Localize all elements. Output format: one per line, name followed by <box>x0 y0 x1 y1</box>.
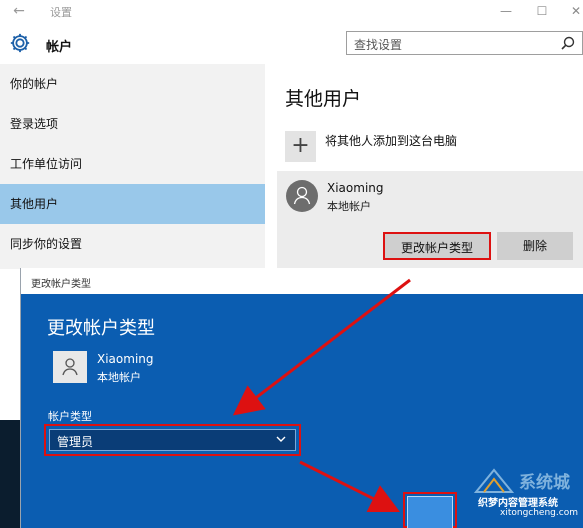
settings-header: 帐户 查找设置 <box>0 24 583 64</box>
avatar <box>286 180 318 212</box>
account-type-select[interactable]: 管理员 <box>49 429 296 451</box>
content-panel: 其他用户 + 将其他人添加到这台电脑 Xiaoming 本地帐户 更改帐户类型 … <box>265 64 583 269</box>
window-title: 设置 <box>50 6 72 19</box>
sidebar-item-other-users[interactable]: 其他用户 <box>0 184 265 224</box>
search-placeholder: 查找设置 <box>354 38 403 52</box>
page-title: 其他用户 <box>285 88 362 110</box>
chevron-down-icon[interactable] <box>275 433 287 445</box>
sidebar-item-your-account[interactable]: 你的帐户 <box>0 64 265 104</box>
delete-button[interactable]: 删除 <box>497 232 573 260</box>
screenshot-root: ← 设置 — ☐ ✕ 帐户 查找设置 你的帐户 登录选项 工作单位访问 其他用户 <box>0 0 583 528</box>
user-name: Xiaoming <box>327 181 384 195</box>
ok-button-highlight <box>403 492 457 528</box>
search-input[interactable]: 查找设置 <box>346 31 583 55</box>
search-icon[interactable] <box>560 35 576 51</box>
sidebar-item-work-access[interactable]: 工作单位访问 <box>0 144 265 184</box>
change-account-type-button[interactable]: 更改帐户类型 <box>383 232 491 260</box>
user-icon <box>62 358 78 376</box>
desktop-edge <box>0 420 20 528</box>
watermark: 系统城 织梦内容管理系统 xitongcheng.com <box>470 464 583 528</box>
account-type-value: 管理员 <box>57 435 94 449</box>
settings-titlebar: ← 设置 — ☐ ✕ <box>0 0 583 24</box>
plus-icon[interactable]: + <box>285 131 316 162</box>
watermark-line2: xitongcheng.com <box>500 508 578 518</box>
back-arrow-icon[interactable]: ← <box>10 3 28 19</box>
user-card[interactable]: Xiaoming 本地帐户 更改帐户类型 删除 <box>277 171 583 269</box>
maximize-icon[interactable]: ☐ <box>532 2 552 20</box>
sidebar-item-sync-settings[interactable]: 同步你的设置 <box>0 224 265 264</box>
section-title: 帐户 <box>46 40 73 55</box>
watermark-brand: 系统城 <box>519 473 570 493</box>
gear-icon <box>10 33 30 53</box>
sidebar: 你的帐户 登录选项 工作单位访问 其他用户 同步你的设置 <box>0 64 265 269</box>
close-icon[interactable]: ✕ <box>566 2 583 20</box>
sidebar-item-sign-in-options[interactable]: 登录选项 <box>0 104 265 144</box>
add-user-link[interactable]: 将其他人添加到这台电脑 <box>325 132 457 149</box>
dialog-avatar <box>53 351 87 383</box>
dialog-user-name: Xiaoming <box>97 352 154 366</box>
dialog-user-type: 本地帐户 <box>97 371 141 384</box>
watermark-line1: 织梦内容管理系统 <box>478 498 558 509</box>
minimize-icon[interactable]: — <box>496 2 516 20</box>
user-icon <box>293 186 311 205</box>
logo-icon <box>473 468 515 493</box>
dialog-titlebar: 更改帐户类型 <box>31 279 91 290</box>
account-type-label: 帐户类型 <box>48 410 92 423</box>
account-type-select-highlight: 管理员 <box>44 424 301 456</box>
user-account-type: 本地帐户 <box>327 200 371 213</box>
dialog-heading: 更改帐户类型 <box>47 318 155 339</box>
ok-button[interactable] <box>407 496 453 528</box>
